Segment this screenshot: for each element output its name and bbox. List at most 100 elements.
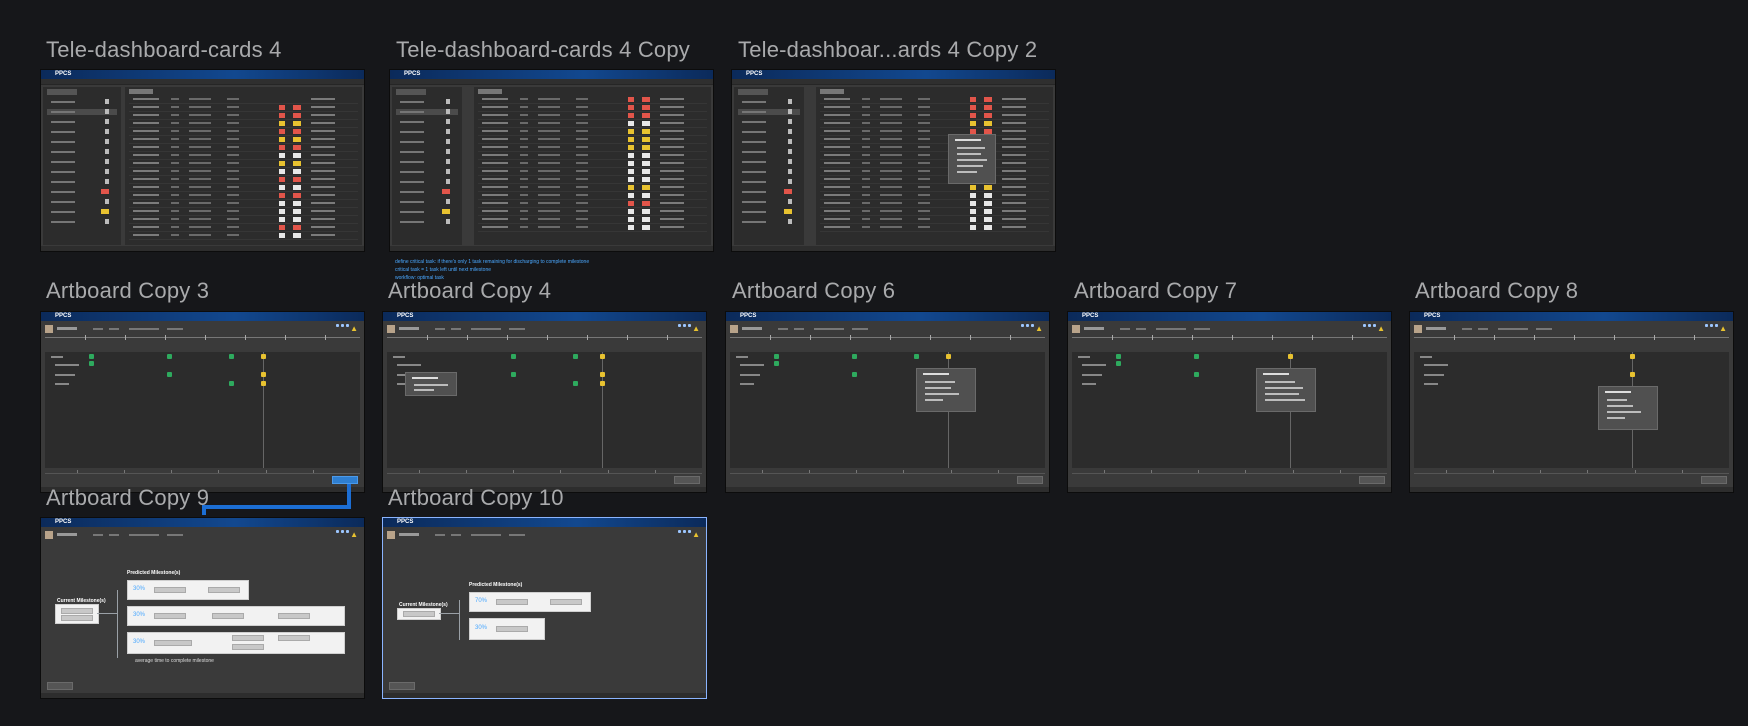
table-row[interactable] <box>820 216 1049 224</box>
table-row[interactable] <box>478 224 707 232</box>
table-row[interactable] <box>129 216 358 224</box>
artboard-title-copy9[interactable]: Artboard Copy 9 <box>46 485 209 511</box>
table-row[interactable] <box>129 144 358 152</box>
timeline-bar[interactable] <box>387 335 702 346</box>
artboard-dash1[interactable]: PPCS <box>41 70 364 251</box>
table-row[interactable] <box>820 128 1049 136</box>
table-row[interactable] <box>129 96 358 104</box>
table-row[interactable] <box>129 104 358 112</box>
table-row[interactable] <box>478 152 707 160</box>
action-button[interactable] <box>1017 476 1043 484</box>
warning-icon[interactable]: ▲ <box>350 531 358 539</box>
action-button[interactable] <box>332 476 358 484</box>
artboard-copy3[interactable]: PPCS ▲ <box>41 312 364 492</box>
timeline-bar[interactable] <box>45 335 360 346</box>
table-row[interactable] <box>478 168 707 176</box>
timeline-bar[interactable] <box>730 335 1045 346</box>
table-row[interactable] <box>129 160 358 168</box>
table-row[interactable] <box>129 192 358 200</box>
table-row[interactable] <box>478 136 707 144</box>
table-row[interactable] <box>478 200 707 208</box>
table-row[interactable] <box>129 208 358 216</box>
artboard-copy9[interactable]: PPCS ▲ Predicted Milestone(s) Current Mi… <box>41 518 364 698</box>
predicted-milestone-card[interactable]: 30% <box>127 606 345 626</box>
table-row[interactable] <box>129 128 358 136</box>
table-row[interactable] <box>478 128 707 136</box>
table-row[interactable] <box>478 192 707 200</box>
table-row[interactable] <box>478 184 707 192</box>
timeline-bar[interactable] <box>1414 335 1729 346</box>
table-row[interactable] <box>478 216 707 224</box>
table-row[interactable] <box>478 104 707 112</box>
app-header: PPCS <box>41 70 364 85</box>
artboard-title-dash2[interactable]: Tele-dashboard-cards 4 Copy <box>396 37 690 63</box>
table-row[interactable] <box>129 136 358 144</box>
table-row[interactable] <box>478 112 707 120</box>
table-row[interactable] <box>129 224 358 232</box>
action-button[interactable] <box>1359 476 1385 484</box>
predicted-milestone-card[interactable]: 30% <box>469 618 545 640</box>
table-row[interactable] <box>478 208 707 216</box>
table-row[interactable] <box>820 96 1049 104</box>
table-row[interactable] <box>478 96 707 104</box>
table-row[interactable] <box>820 112 1049 120</box>
artboard-dash3[interactable]: PPCS <box>732 70 1055 251</box>
table-row[interactable] <box>129 112 358 120</box>
warning-icon[interactable]: ▲ <box>1035 325 1043 333</box>
table-row[interactable] <box>129 176 358 184</box>
table-row[interactable] <box>820 184 1049 192</box>
current-milestone-card[interactable] <box>397 608 441 620</box>
warning-icon[interactable]: ▲ <box>692 325 700 333</box>
artboard-title-copy7[interactable]: Artboard Copy 7 <box>1074 278 1237 304</box>
predicted-milestone-card[interactable]: 30% <box>127 580 249 600</box>
table-row[interactable] <box>820 160 1049 168</box>
table-row[interactable] <box>820 152 1049 160</box>
artboard-title-dash3[interactable]: Tele-dashboar...ards 4 Copy 2 <box>738 37 1037 63</box>
action-button[interactable] <box>1701 476 1727 484</box>
table-row[interactable] <box>129 168 358 176</box>
artboard-title-copy3[interactable]: Artboard Copy 3 <box>46 278 209 304</box>
artboard-title-copy8[interactable]: Artboard Copy 8 <box>1415 278 1578 304</box>
table-row[interactable] <box>820 120 1049 128</box>
avatar <box>1414 325 1422 333</box>
timeline-bar[interactable] <box>1072 335 1387 346</box>
artboard-title-copy10[interactable]: Artboard Copy 10 <box>388 485 564 511</box>
artboard-copy10[interactable]: PPCS ▲ Predicted Milestone(s) Current Mi… <box>383 518 706 698</box>
table-row[interactable] <box>820 208 1049 216</box>
table-row[interactable] <box>129 232 358 240</box>
artboard-title-copy6[interactable]: Artboard Copy 6 <box>732 278 895 304</box>
table-row[interactable] <box>820 144 1049 152</box>
artboard-title-copy4[interactable]: Artboard Copy 4 <box>388 278 551 304</box>
table-row[interactable] <box>129 152 358 160</box>
table-row[interactable] <box>820 224 1049 232</box>
table-row[interactable] <box>820 176 1049 184</box>
table-row[interactable] <box>820 200 1049 208</box>
current-milestone-card[interactable] <box>55 604 99 624</box>
table-row[interactable] <box>820 192 1049 200</box>
warning-icon[interactable]: ▲ <box>1377 325 1385 333</box>
table-row[interactable] <box>129 200 358 208</box>
predicted-milestone-card[interactable]: 70% <box>469 592 591 612</box>
back-button[interactable] <box>47 682 73 690</box>
artboard-dash2[interactable]: PPCS <box>390 70 713 251</box>
artboard-copy4[interactable]: PPCS ▲ <box>383 312 706 492</box>
action-button[interactable] <box>674 476 700 484</box>
table-row[interactable] <box>129 120 358 128</box>
table-row[interactable] <box>820 136 1049 144</box>
table-row[interactable] <box>478 176 707 184</box>
table-row[interactable] <box>478 144 707 152</box>
table-row[interactable] <box>478 160 707 168</box>
artboard-copy8[interactable]: PPCS ▲ <box>1410 312 1733 492</box>
artboard-copy6[interactable]: PPCS ▲ <box>726 312 1049 492</box>
warning-icon[interactable]: ▲ <box>692 531 700 539</box>
artboard-copy7[interactable]: PPCS ▲ <box>1068 312 1391 492</box>
warning-icon[interactable]: ▲ <box>1719 325 1727 333</box>
warning-icon[interactable]: ▲ <box>350 325 358 333</box>
back-button[interactable] <box>389 682 415 690</box>
table-row[interactable] <box>129 184 358 192</box>
table-row[interactable] <box>820 104 1049 112</box>
artboard-title-dash1[interactable]: Tele-dashboard-cards 4 <box>46 37 282 63</box>
table-row[interactable] <box>820 168 1049 176</box>
predicted-milestone-card[interactable]: 30% <box>127 632 345 654</box>
table-row[interactable] <box>478 120 707 128</box>
